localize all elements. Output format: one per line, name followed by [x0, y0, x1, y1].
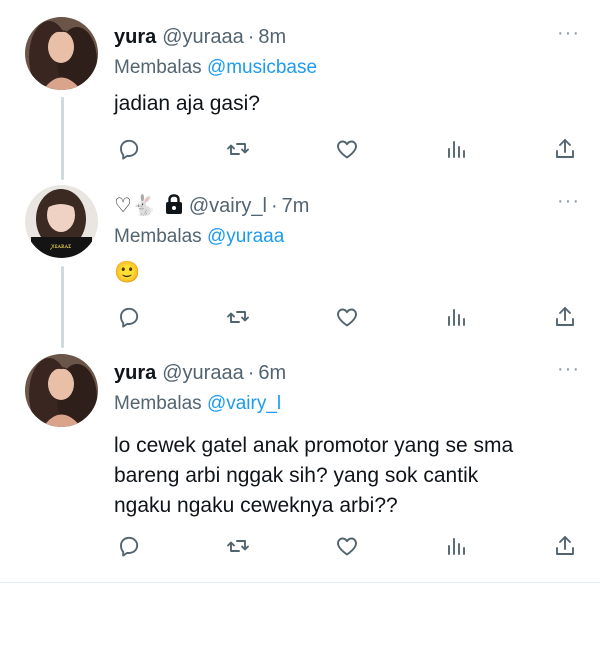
- share-icon: [556, 307, 574, 326]
- retweet-button[interactable]: [223, 531, 253, 561]
- replying-to: Membalas @vairy_l: [114, 391, 580, 417]
- like-button[interactable]: [332, 302, 362, 332]
- share-button[interactable]: [550, 302, 580, 332]
- tweet-header: yura @yuraaa · 6m: [114, 360, 580, 386]
- like-icon: [337, 308, 357, 327]
- display-name[interactable]: yura: [114, 24, 156, 50]
- tweet[interactable]: ꭙꮛꭺꭱꭺꮖ ♡🐇 @vairy_l · 7m ··· Membalas @yu…: [0, 175, 600, 345]
- tweet-actions: [114, 302, 580, 332]
- tweet-text: 🙂: [114, 261, 141, 284]
- share-icon: [556, 139, 574, 158]
- tweet[interactable]: yura @yuraaa · 6m ··· Membalas @vairy_l …: [0, 345, 600, 582]
- mention-link[interactable]: @vairy_l: [207, 393, 281, 414]
- analytics-icon: [448, 141, 465, 158]
- replying-to-label: Membalas: [114, 393, 202, 414]
- reply-button[interactable]: [114, 531, 144, 561]
- analytics-button[interactable]: [441, 531, 471, 561]
- replying-to-label: Membalas: [114, 226, 202, 247]
- like-button[interactable]: [332, 531, 362, 561]
- tweet-actions: [114, 134, 580, 164]
- avatar[interactable]: ꭙꮛꭺꭱꭺꮖ: [25, 185, 98, 258]
- timestamp[interactable]: 8m: [258, 24, 286, 50]
- more-options-icon[interactable]: ···: [557, 359, 580, 379]
- separator: ·: [247, 362, 255, 384]
- like-icon: [337, 537, 357, 556]
- separator: ·: [270, 195, 278, 217]
- more-options-icon[interactable]: ···: [557, 191, 580, 211]
- replying-to: Membalas @musicbase: [114, 55, 580, 81]
- replying-to: Membalas @yuraaa: [114, 224, 580, 250]
- reply-icon: [120, 139, 139, 160]
- mention-link[interactable]: @musicbase: [207, 57, 317, 78]
- like-icon: [337, 140, 357, 159]
- tweet-text-line: bareng arbi nggak sih? yang sok cantik: [114, 464, 479, 487]
- like-button[interactable]: [332, 134, 362, 164]
- more-options-icon[interactable]: ···: [557, 23, 580, 43]
- timestamp[interactable]: 7m: [282, 193, 310, 219]
- share-icon: [556, 536, 574, 555]
- retweet-icon: [227, 143, 249, 155]
- retweet-button[interactable]: [223, 134, 253, 164]
- analytics-button[interactable]: [441, 134, 471, 164]
- analytics-button[interactable]: [441, 302, 471, 332]
- divider: [0, 582, 600, 583]
- tweet-actions: [114, 531, 580, 561]
- retweet-icon: [227, 540, 249, 552]
- reply-icon: [120, 307, 139, 328]
- username[interactable]: @yuraaa: [162, 360, 243, 386]
- reply-button[interactable]: [114, 302, 144, 332]
- reply-button[interactable]: [114, 134, 144, 164]
- retweet-button[interactable]: [223, 302, 253, 332]
- replying-to-label: Membalas: [114, 57, 202, 78]
- tweet-text-line: lo cewek gatel anak promotor yang se sma: [114, 434, 514, 457]
- share-button[interactable]: [550, 134, 580, 164]
- tweet-text: lo cewek gatel anak promotor yang se sma…: [114, 431, 580, 521]
- tweet-text-line: ngaku ngaku ceweknya arbi??: [114, 494, 398, 517]
- display-name[interactable]: ♡🐇: [114, 193, 157, 219]
- separator: ·: [247, 26, 255, 48]
- avatar[interactable]: [25, 17, 98, 90]
- retweet-icon: [227, 311, 249, 323]
- mention-link[interactable]: @yuraaa: [207, 226, 284, 247]
- display-name[interactable]: yura: [114, 360, 156, 386]
- analytics-icon: [448, 538, 465, 555]
- username[interactable]: @vairy_l: [189, 193, 267, 219]
- tweet-header: ♡🐇 @vairy_l · 7m: [114, 192, 580, 219]
- share-button[interactable]: [550, 531, 580, 561]
- timestamp[interactable]: 6m: [258, 360, 286, 386]
- reply-icon: [120, 536, 139, 557]
- username[interactable]: @yuraaa: [162, 24, 243, 50]
- tweet-text: jadian aja gasi?: [114, 92, 260, 115]
- lock-icon: [165, 194, 183, 214]
- svg-text:ꭙꮛꭺꭱꭺꮖ: ꭙꮛꭺꭱꭺꮖ: [50, 242, 71, 250]
- tweet-header: yura @yuraaa · 8m: [114, 24, 580, 50]
- analytics-icon: [448, 309, 465, 326]
- tweet[interactable]: yura @yuraaa · 8m ··· Membalas @musicbas…: [0, 0, 600, 175]
- avatar[interactable]: [25, 354, 98, 427]
